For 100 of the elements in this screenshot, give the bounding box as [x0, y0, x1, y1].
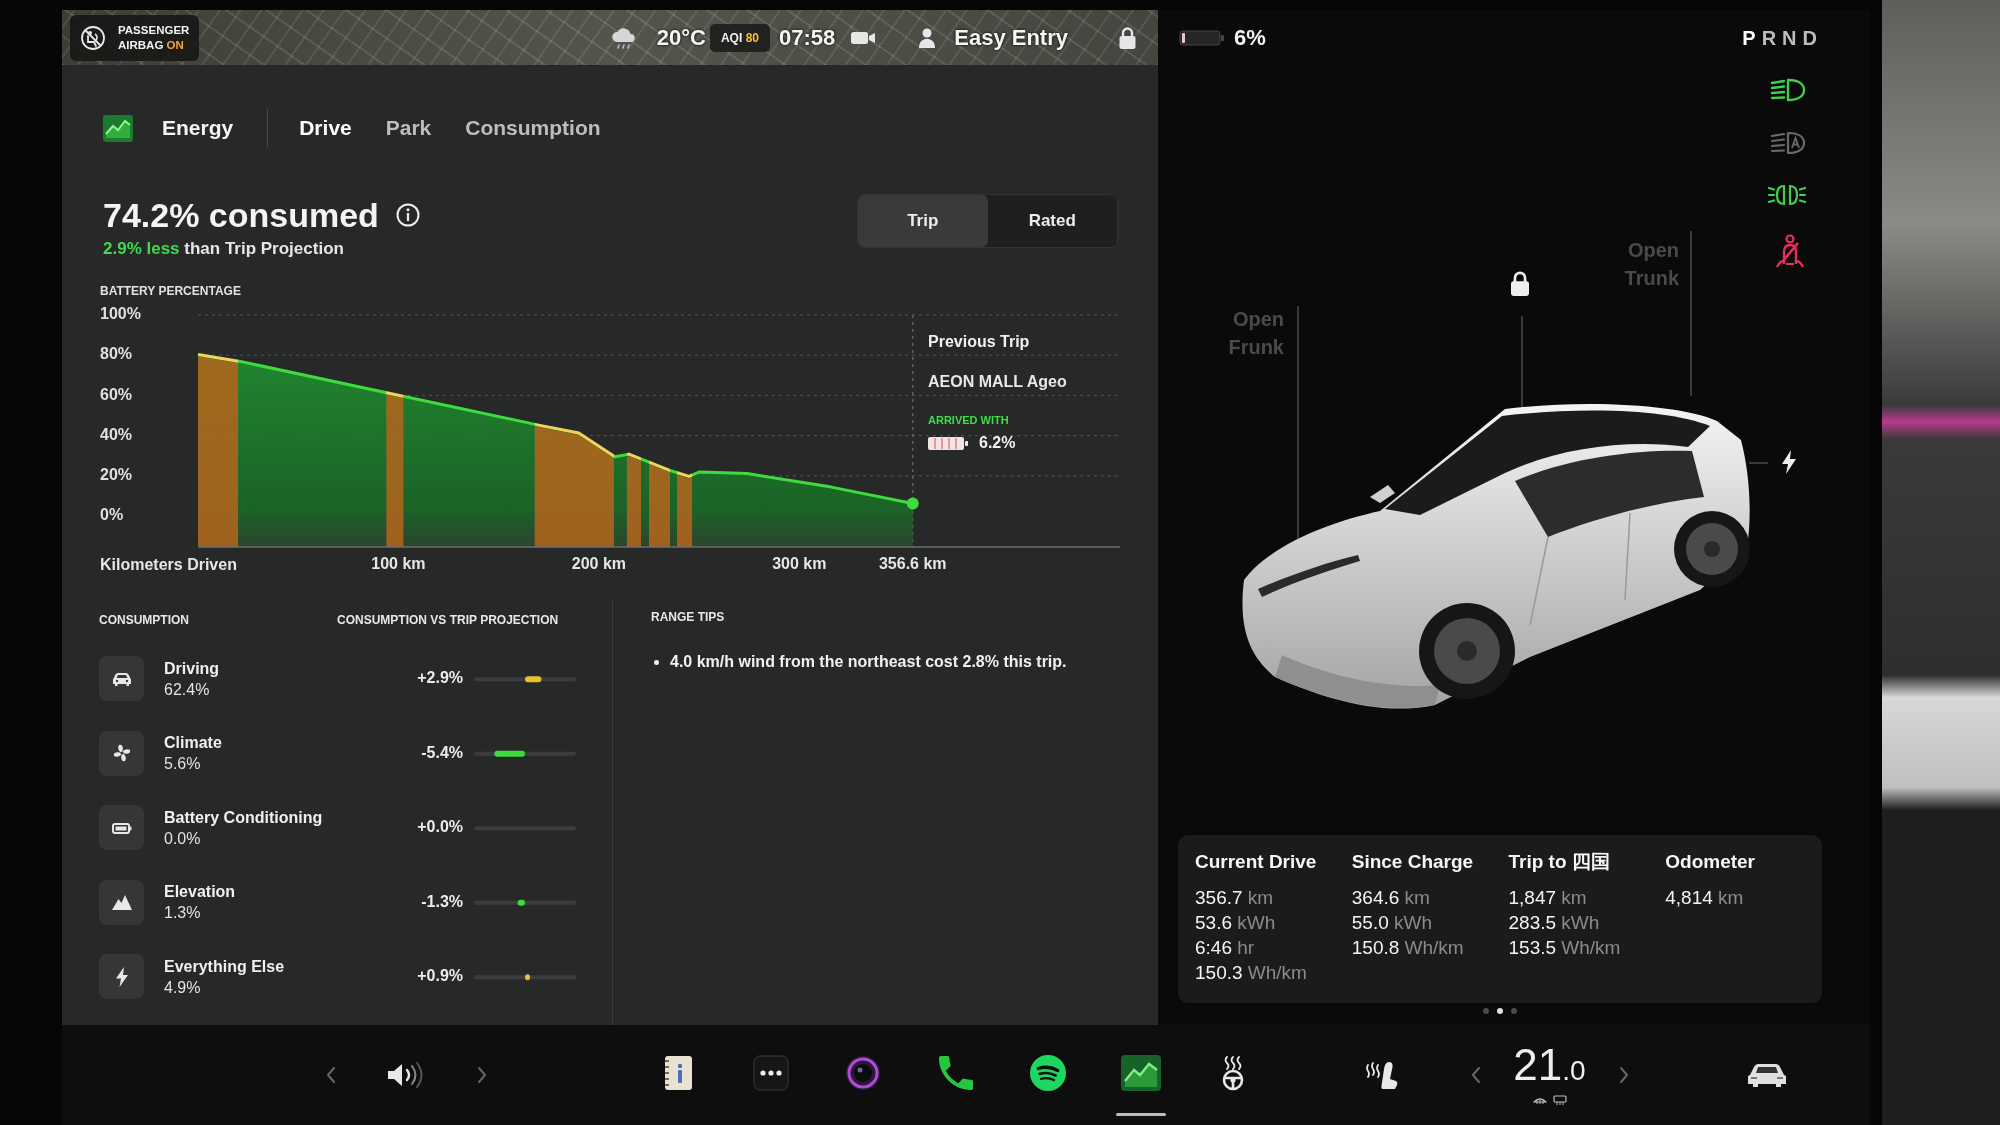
- airbag-status-text: PASSENGER AIRBAG ON: [118, 23, 190, 52]
- video-camera-icon[interactable]: [850, 29, 877, 46]
- stat-value: 53.6 kWh: [1195, 911, 1277, 935]
- phone-icon: [937, 1055, 974, 1091]
- seat-heat-icon[interactable]: [1364, 1059, 1399, 1091]
- camera-lens-icon: [845, 1055, 882, 1091]
- category-name: Battery Conditioning: [164, 807, 323, 828]
- previous-trip-title: Previous Trip: [928, 333, 1030, 351]
- cabin-temperature[interactable]: 21.0: [1513, 1045, 1586, 1091]
- lock-icon[interactable]: [1508, 270, 1532, 297]
- energy-chart-icon: [1120, 1055, 1161, 1091]
- chevron-right-icon[interactable]: [1618, 1066, 1629, 1084]
- music-app-icon: [1030, 1055, 1067, 1091]
- arrival-battery-value: 6.2%: [979, 434, 1016, 452]
- tab[interactable]: Drive: [299, 115, 352, 141]
- app-title: Energy: [162, 115, 234, 142]
- front-defrost-icon[interactable]: [1532, 1095, 1547, 1105]
- bar-value-label: +0.9%: [417, 966, 463, 984]
- stat-value: 1,847 km: [1508, 886, 1588, 910]
- category-share: 62.4%: [164, 679, 211, 700]
- category-name: Driving: [164, 658, 220, 679]
- stat-value: 6:46 hr: [1195, 936, 1256, 960]
- consumed-headline: 74.2% consumed: [103, 195, 379, 235]
- notebook-icon: [662, 1055, 695, 1091]
- gear-letter: P: [1742, 29, 1756, 47]
- x-tick-label: 300 km: [772, 555, 827, 573]
- chevron-right-icon[interactable]: [477, 1066, 487, 1084]
- battery-icon: [1179, 30, 1225, 46]
- chevron-left-icon[interactable]: [1470, 1066, 1481, 1084]
- category-share: 4.9%: [164, 977, 202, 998]
- stat-value: 4,814 km: [1665, 886, 1745, 910]
- y-tick-label: 100%: [100, 305, 141, 323]
- aqi-badge: AQI 80: [709, 23, 770, 52]
- trip-end-marker: [906, 497, 919, 510]
- chevron-left-icon[interactable]: [326, 1066, 336, 1084]
- y-tick-label: 60%: [100, 385, 133, 403]
- lightning-icon: [99, 954, 144, 1000]
- page-dot[interactable]: [1497, 1008, 1503, 1014]
- deviation-bar: [525, 675, 542, 682]
- outside-temperature: 20°C: [656, 24, 706, 51]
- category-share: 1.3%: [164, 903, 202, 924]
- stat-value: 153.5 Wh/km: [1508, 936, 1622, 960]
- lock-icon[interactable]: [1118, 25, 1137, 50]
- bar-value-label: +2.9%: [417, 668, 463, 686]
- stat-value: 150.8 Wh/km: [1351, 936, 1465, 960]
- axis-title: Kilometers Driven: [100, 556, 237, 574]
- lightning-icon[interactable]: [1781, 450, 1797, 474]
- gear-letter: R: [1761, 29, 1777, 47]
- section-heading: RANGE TIPS: [651, 609, 726, 626]
- bullet-icon: [654, 659, 659, 665]
- battery-icon: [928, 437, 968, 450]
- page-dot[interactable]: [1483, 1008, 1489, 1014]
- arrived-with-label: ARRIVED WITH: [928, 413, 1009, 426]
- x-tick-label: 356.6 km: [878, 555, 947, 573]
- fan-icon: [99, 730, 144, 776]
- category-share: 5.6%: [164, 754, 202, 775]
- dock-app-button[interactable]: [1115, 1055, 1166, 1116]
- segment-tab[interactable]: Trip: [858, 195, 988, 247]
- battery-percentage: 6%: [1234, 29, 1266, 47]
- car-icon[interactable]: [1746, 1062, 1787, 1088]
- tab[interactable]: Park: [385, 115, 432, 141]
- y-tick-label: 80%: [100, 345, 133, 363]
- deviation-bar: [517, 899, 525, 906]
- mountain-icon: [99, 879, 144, 925]
- battery-icon: [99, 805, 144, 851]
- page-dot[interactable]: [1511, 1008, 1517, 1014]
- driver-profile-name[interactable]: Easy Entry: [954, 24, 1068, 51]
- x-tick-label: 100 km: [371, 555, 426, 573]
- bar-value-label: +0.0%: [417, 817, 463, 835]
- y-tick-label: 20%: [100, 466, 133, 484]
- y-tick-label: 40%: [100, 425, 133, 443]
- stat-value: 150.3 Wh/km: [1195, 961, 1308, 985]
- stat-value: 356.7 km: [1195, 886, 1275, 910]
- category-name: Elevation: [164, 882, 236, 903]
- tab[interactable]: Consumption: [465, 115, 601, 141]
- airbag-icon: [80, 24, 106, 51]
- stat-title: Odometer: [1665, 850, 1756, 874]
- person-icon[interactable]: [918, 26, 937, 49]
- deviation-bar: [525, 973, 531, 980]
- more-icon: [752, 1055, 789, 1091]
- stat-value: 364.6 km: [1351, 886, 1431, 910]
- stat-value: 55.0 kWh: [1351, 911, 1433, 935]
- stat-title: Trip to 四国: [1508, 850, 1611, 874]
- stat-value: 283.5 kWh: [1508, 911, 1601, 935]
- destination-name: AEON MALL Ageo: [928, 373, 1067, 391]
- projection-comparison: 2.9% less than Trip Projection: [103, 238, 345, 260]
- x-tick-label: 200 km: [571, 555, 626, 573]
- car-icon: [99, 656, 144, 702]
- y-tick-label: 0%: [100, 506, 124, 524]
- segment-tab[interactable]: Rated: [987, 195, 1117, 247]
- bar-value-label: -1.3%: [421, 892, 463, 910]
- rear-defrost-icon[interactable]: [1552, 1095, 1567, 1105]
- axis-title: BATTERY PERCENTAGE: [100, 284, 241, 299]
- clock-time: 07:58: [779, 24, 836, 51]
- info-icon[interactable]: [395, 203, 420, 227]
- category-share: 0.0%: [164, 828, 202, 849]
- bar-value-label: -5.4%: [421, 743, 463, 761]
- section-heading: CONSUMPTION: [99, 612, 190, 629]
- range-tip: 4.0 km/h wind from the northeast cost 2.8% this trip.: [670, 652, 1067, 672]
- stat-title: Since Charge: [1351, 850, 1475, 874]
